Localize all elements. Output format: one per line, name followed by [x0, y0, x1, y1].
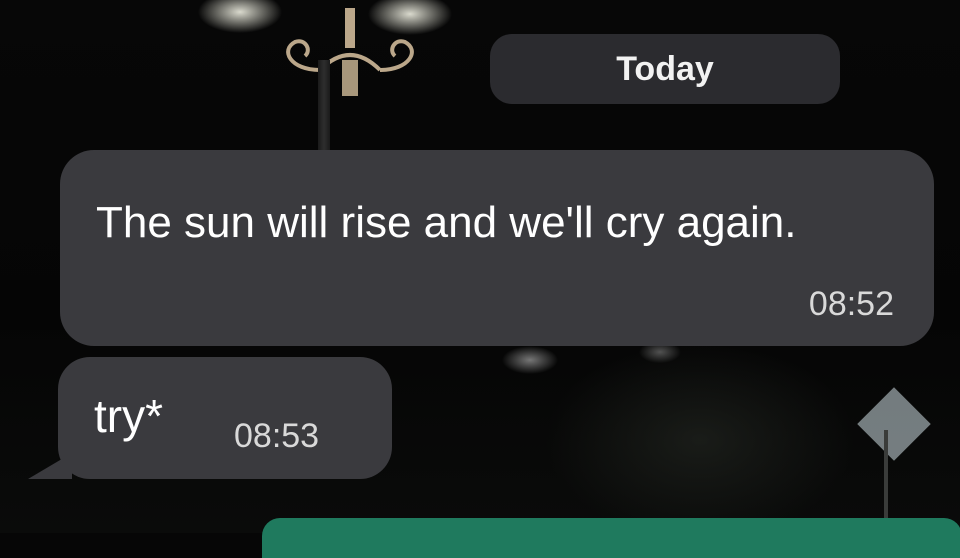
- date-separator: Today: [490, 34, 840, 104]
- message-timestamp: 08:52: [808, 285, 894, 323]
- message-timestamp: 08:53: [234, 417, 320, 455]
- message-bubble[interactable]: The sun will rise and we'll cry again. 0…: [60, 150, 934, 346]
- message-bubble[interactable]: try* 08:53: [28, 357, 392, 479]
- message-text: The sun will rise and we'll cry again.: [96, 198, 797, 247]
- date-separator-label: Today: [616, 49, 714, 88]
- bubble-tail: [28, 453, 72, 479]
- compose-bar[interactable]: [262, 518, 960, 558]
- street-lamp-icon: [286, 8, 414, 96]
- message-text: try*: [94, 390, 163, 442]
